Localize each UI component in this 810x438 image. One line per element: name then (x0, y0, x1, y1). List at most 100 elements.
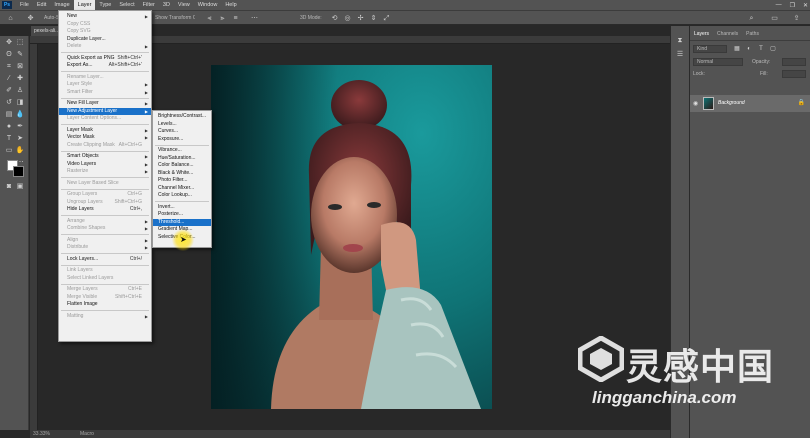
close-icon[interactable]: ✕ (803, 2, 808, 9)
adjustment-menu-item[interactable]: Color Balance... (153, 162, 211, 170)
tab-layers[interactable]: Layers (690, 28, 714, 40)
adjustment-menu-item[interactable]: Curves... (153, 128, 211, 136)
pen-tool-icon[interactable]: ✒ (15, 122, 25, 132)
layer-menu-item[interactable]: New Adjustment Layer ▶ (59, 107, 151, 115)
marquee-tool-icon[interactable]: ⬚ (15, 38, 25, 48)
opacity-field[interactable] (782, 58, 806, 66)
workspace-icon[interactable]: ▭ (770, 14, 779, 23)
layer-menu-item[interactable]: Smart Objects ▶ (59, 153, 151, 161)
adjustment-menu-item[interactable]: Exposure... (153, 136, 211, 144)
menu-item-label: Arrange (67, 217, 85, 224)
properties-panel-icon[interactable]: ☰ (675, 50, 685, 60)
layer-menu-item[interactable]: Duplicate Layer... (59, 36, 151, 44)
adjustment-menu-item[interactable]: Levels... (153, 121, 211, 129)
search-icon[interactable]: ⌕ (747, 14, 756, 23)
layer-menu-item[interactable]: New ▶ (59, 13, 151, 21)
menu-edit[interactable]: Edit (33, 0, 50, 10)
menu-select[interactable]: Select (115, 0, 138, 10)
type-tool-icon[interactable]: T (4, 134, 14, 144)
crop-tool-icon[interactable]: ⌗ (4, 62, 14, 72)
layer-menu-item[interactable]: Vector Mask ▶ (59, 134, 151, 142)
layer-row-background[interactable]: ◉ Background 🔒 (690, 95, 810, 112)
adjustment-menu-item[interactable]: Photo Filter... (153, 177, 211, 185)
3d-drag-icon[interactable]: ✢ (356, 14, 365, 23)
menu-file[interactable]: File (16, 0, 33, 10)
stamp-tool-icon[interactable]: ♙ (15, 86, 25, 96)
rectangle-tool-icon[interactable]: ▭ (4, 146, 14, 156)
distribute-icon[interactable]: ⋯ (250, 14, 259, 23)
adjustment-menu-item[interactable]: Color Lookup... (153, 192, 211, 200)
3d-roll-icon[interactable]: ◎ (343, 14, 352, 23)
history-brush-icon[interactable]: ↺ (4, 98, 14, 108)
document-canvas-photo[interactable] (211, 65, 492, 409)
align-right-icon[interactable]: ≡ (231, 14, 240, 23)
adjustment-menu-item[interactable]: Posterize... (153, 211, 211, 219)
menu-filter[interactable]: Filter (139, 0, 159, 10)
screen-mode-icon[interactable]: ▣ (15, 182, 25, 192)
adjustment-menu-item[interactable]: Black & White... (153, 170, 211, 178)
3d-scale-icon[interactable]: ⤢ (382, 14, 391, 23)
blend-mode-select[interactable]: Normal (693, 58, 743, 66)
eraser-tool-icon[interactable]: ◨ (15, 98, 25, 108)
filter-pixel-icon[interactable]: ▦ (732, 44, 742, 54)
3d-rotate-icon[interactable]: ⟲ (330, 14, 339, 23)
quick-select-icon[interactable]: ✎ (15, 50, 25, 60)
align-center-icon[interactable]: ⫸ (218, 14, 227, 23)
adjustment-menu-item[interactable]: Brightness/Contrast... (153, 113, 211, 121)
menu-view[interactable]: View (174, 0, 194, 10)
layer-menu-item[interactable]: Lock Layers... Ctrl+/ (59, 256, 151, 264)
hand-tool-icon[interactable]: ✋ (15, 146, 25, 156)
adjustment-menu-item[interactable]: Threshold... (153, 218, 211, 226)
align-left-icon[interactable]: ⫷ (205, 14, 214, 23)
gradient-tool-icon[interactable]: ▤ (4, 110, 14, 120)
tab-paths[interactable]: Paths (742, 28, 763, 40)
tab-channels[interactable]: Channels (713, 28, 742, 40)
menu-3d[interactable]: 3D (159, 0, 174, 10)
adjustment-menu-item[interactable]: Hue/Saturation... (153, 155, 211, 163)
fill-field[interactable] (782, 70, 806, 78)
zoom-level[interactable]: 33.33% (33, 430, 50, 438)
background-color-swatch[interactable] (13, 166, 24, 177)
adjustment-menu-item[interactable]: Invert... (153, 204, 211, 212)
path-select-icon[interactable]: ➤ (15, 134, 25, 144)
filter-type-icon[interactable]: T (756, 44, 766, 54)
3d-slide-icon[interactable]: ⇕ (369, 14, 378, 23)
kind-filter[interactable]: Kind (693, 45, 727, 53)
filter-adjust-icon[interactable]: ◐ (744, 44, 754, 54)
share-icon[interactable]: ⇪ (792, 14, 801, 23)
layer-menu-item[interactable]: Layer Mask ▶ (59, 127, 151, 135)
layer-menu-item[interactable]: New Fill Layer ▶ (59, 100, 151, 108)
layer-menu-item[interactable]: Hide Layers Ctrl+, (59, 206, 151, 214)
lasso-tool-icon[interactable]: ʘ (4, 50, 14, 60)
move-tool-icon[interactable]: ✥ (4, 38, 14, 48)
transform-controls-label[interactable]: Show Transform Controls (155, 15, 195, 21)
visibility-eye-icon[interactable]: ◉ (693, 100, 698, 107)
menu-layer[interactable]: Layer (73, 0, 96, 10)
move-tool-icon[interactable]: ✥ (26, 14, 35, 23)
home-icon[interactable]: ⌂ (6, 14, 15, 23)
adjustment-menu-item[interactable]: Channel Mixer... (153, 185, 211, 193)
layer-menu-item: Smart Filter ▶ (59, 89, 151, 97)
restore-icon[interactable]: ❐ (790, 2, 795, 9)
blur-tool-icon[interactable]: 💧 (15, 110, 25, 120)
healing-brush-icon[interactable]: ✚ (15, 74, 25, 84)
quick-mask-icon[interactable]: ◙ (4, 182, 14, 192)
layer-menu-item: New Layer Based Slice (59, 180, 151, 188)
history-panel-icon[interactable]: ⧗ (675, 36, 685, 46)
filter-shape-icon[interactable]: ▢ (768, 44, 778, 54)
menu-type[interactable]: Type (95, 0, 115, 10)
layer-menu-item[interactable]: Export As... Alt+Shift+Ctrl+' (59, 62, 151, 70)
layer-menu-item[interactable]: Quick Export as PNG Shift+Ctrl+' (59, 55, 151, 63)
frame-tool-icon[interactable]: ⊠ (15, 62, 25, 72)
menu-window[interactable]: Window (194, 0, 222, 10)
menu-item-label: Merge Visible (67, 293, 98, 300)
layer-menu-item[interactable]: Flatten Image (59, 301, 151, 309)
menu-image[interactable]: Image (50, 0, 73, 10)
brush-tool-icon[interactable]: ✐ (4, 86, 14, 96)
adjustment-menu-item[interactable]: Vibrance... (153, 147, 211, 155)
minimize-icon[interactable]: — (776, 2, 782, 8)
menu-help[interactable]: Help (221, 0, 240, 10)
eyedropper-icon[interactable]: ⁄ (4, 74, 14, 84)
dodge-tool-icon[interactable]: ● (4, 122, 14, 132)
layer-menu-item[interactable]: Video Layers ▶ (59, 161, 151, 169)
